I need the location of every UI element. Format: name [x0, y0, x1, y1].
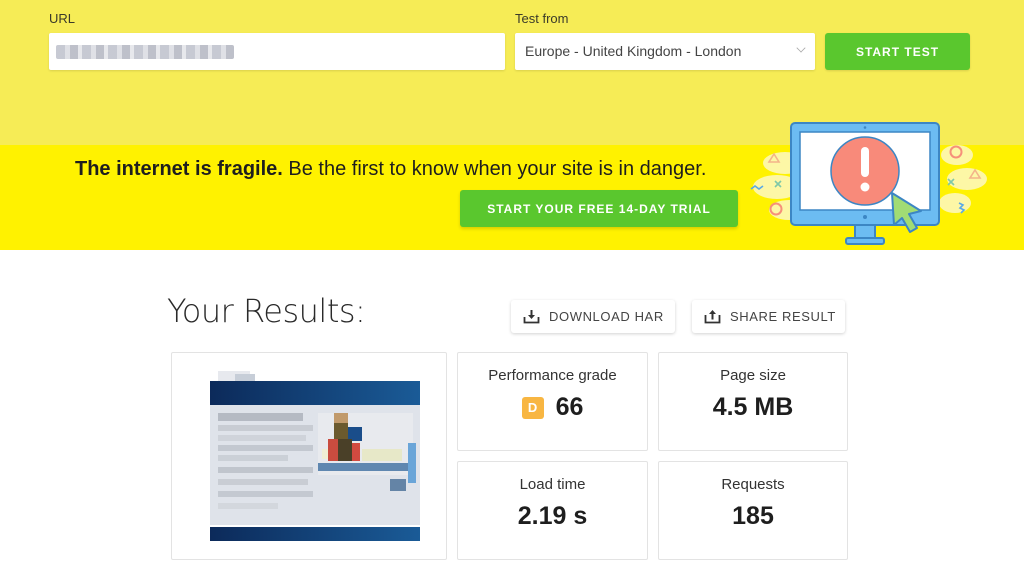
- performance-score: 66: [555, 393, 584, 421]
- performance-grade-row: D 66: [458, 393, 647, 422]
- performance-grade-card: Performance grade D 66: [457, 352, 648, 451]
- download-icon: [523, 310, 540, 324]
- test-from-label: Test from: [515, 11, 569, 26]
- load-time-value: 2.19 s: [517, 502, 588, 530]
- share-upload-icon: [704, 310, 721, 324]
- page-size-card: Page size 4.5 MB: [658, 352, 848, 451]
- page-screenshot-thumbnail: [210, 371, 420, 541]
- share-result-label: SHARE RESULT: [730, 309, 836, 324]
- results-title: Your Results:: [167, 292, 366, 330]
- chevron-down-icon: [796, 43, 806, 53]
- test-location-select[interactable]: Europe - United Kingdom - London: [515, 33, 815, 70]
- banner-headline-bold: The internet is fragile.: [75, 158, 283, 180]
- banner-headline: The internet is fragile. Be the first to…: [75, 158, 706, 181]
- grade-badge: D: [521, 396, 544, 419]
- free-trial-button[interactable]: START YOUR FREE 14-DAY TRIAL: [460, 190, 738, 227]
- url-value-redacted: [56, 45, 234, 59]
- test-location-value: Europe - United Kingdom - London: [525, 43, 742, 59]
- download-har-button[interactable]: DOWNLOAD HAR: [511, 300, 675, 333]
- page-screenshot-card[interactable]: [171, 352, 447, 560]
- banner-headline-rest: Be the first to know when your site is i…: [282, 158, 707, 180]
- load-time-card: Load time 2.19 s: [457, 461, 648, 560]
- requests-label: Requests: [721, 476, 785, 493]
- requests-value: 185: [732, 502, 774, 530]
- page-size-value: 4.5 MB: [712, 393, 794, 421]
- performance-grade-label: Performance grade: [488, 367, 617, 384]
- load-time-label: Load time: [519, 476, 586, 493]
- requests-card: Requests 185: [658, 461, 848, 560]
- url-label: URL: [49, 11, 76, 26]
- share-result-button[interactable]: SHARE RESULT: [692, 300, 845, 333]
- start-test-button[interactable]: START TEST: [825, 33, 970, 70]
- download-har-label: DOWNLOAD HAR: [549, 309, 664, 324]
- monitor-alert-icon: [750, 122, 987, 245]
- page-size-label: Page size: [720, 367, 786, 384]
